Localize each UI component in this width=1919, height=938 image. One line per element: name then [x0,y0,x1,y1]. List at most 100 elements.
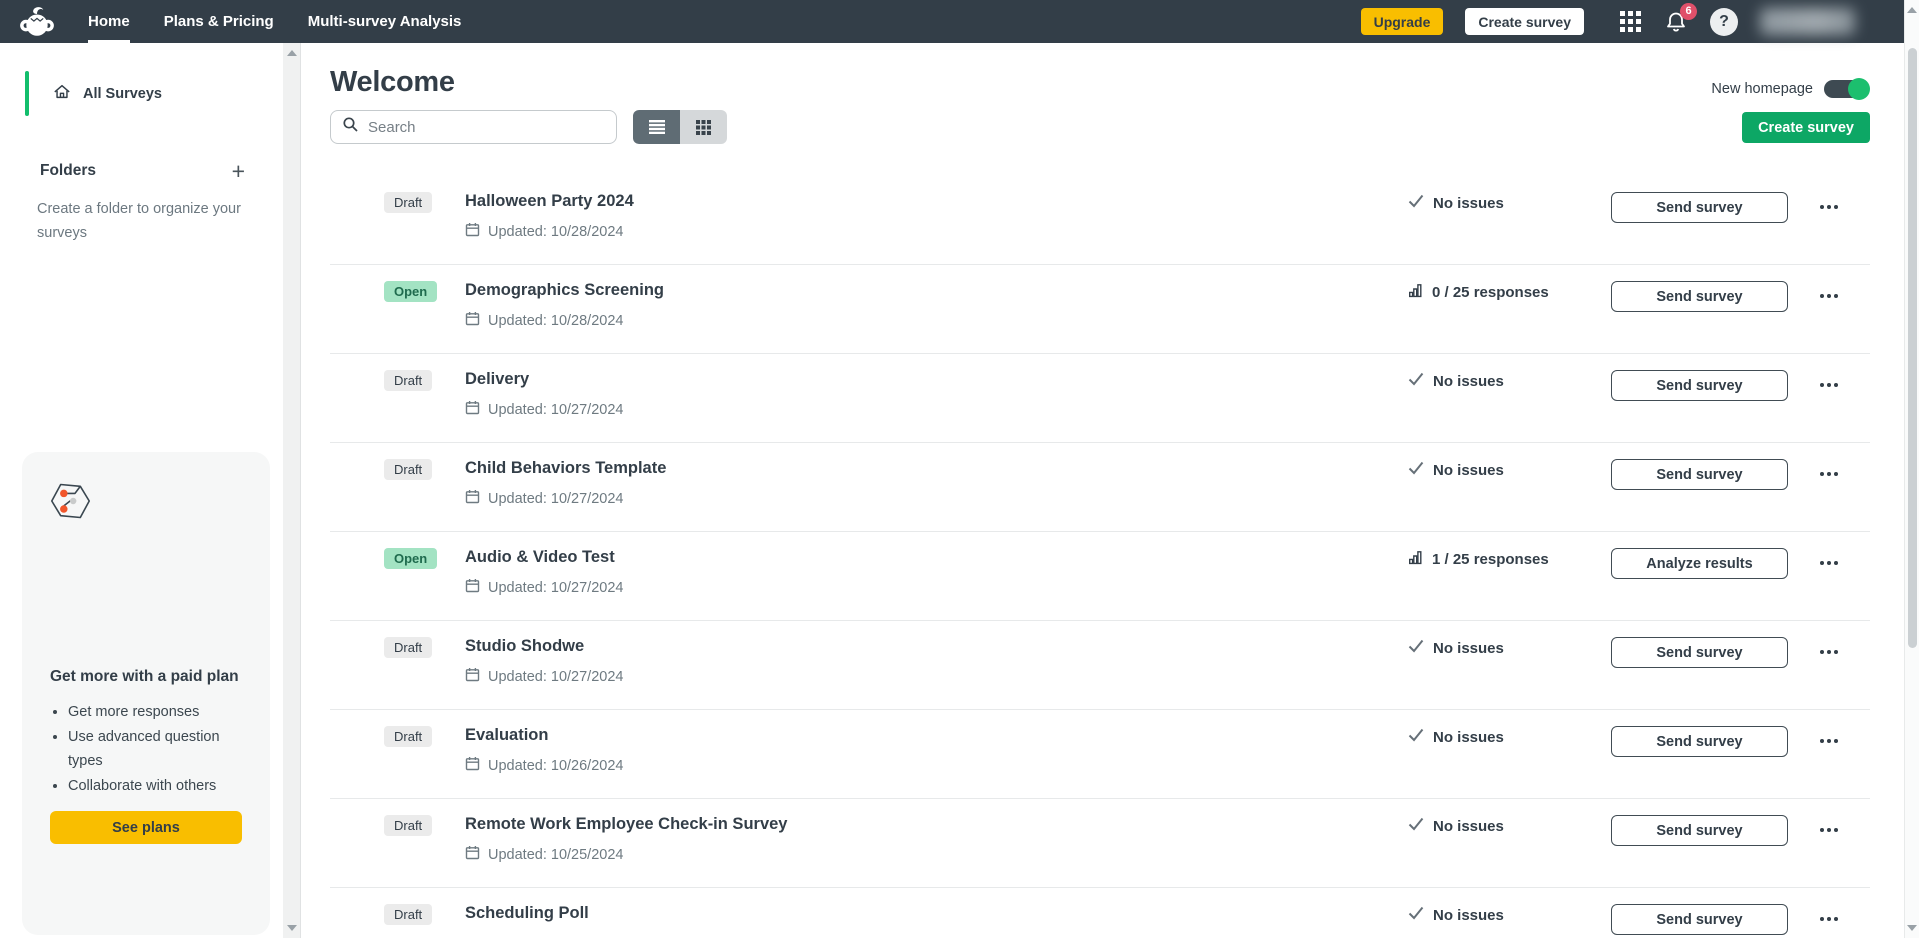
badge-column: Draft [384,192,465,213]
survey-title-link[interactable]: Child Behaviors Template [465,459,666,478]
active-indicator-bar [25,71,29,116]
nav-create-survey-button[interactable]: Create survey [1465,8,1584,35]
row-menu-ellipsis-button[interactable] [1816,913,1842,925]
survey-action-button[interactable]: Analyze results [1611,548,1788,579]
see-plans-button[interactable]: See plans [50,811,242,844]
survey-action-button[interactable]: Send survey [1611,637,1788,668]
row-menu-ellipsis-button[interactable] [1816,290,1842,302]
sidebar-item-all-surveys[interactable]: All Surveys [0,70,283,117]
action-column: Send survey [1611,192,1788,223]
promo-bullet: Use advanced question types [68,725,242,773]
status-column: No issues [1408,817,1611,835]
check-icon [1408,372,1424,390]
action-column: Send survey [1611,904,1788,935]
home-icon [53,83,71,105]
notifications-bell-icon[interactable]: 6 [1664,2,1697,34]
title-column: Halloween Party 2024 Updated: 10/28/2024 [465,192,1408,241]
row-menu-ellipsis-button[interactable] [1816,468,1842,480]
survey-updated-text: Updated: 10/27/2024 [488,490,624,507]
menu-column [1788,637,1870,658]
main-scrollbar[interactable] [1904,0,1919,938]
survey-title-link[interactable]: Demographics Screening [465,281,664,300]
scroll-down-arrow-icon[interactable] [286,925,297,931]
search-input[interactable] [368,118,606,136]
nav-item-home[interactable]: Home [88,0,130,43]
badge-column: Draft [384,726,465,747]
new-homepage-toggle-row: New homepage [1711,78,1870,100]
row-menu-ellipsis-button[interactable] [1816,646,1842,658]
new-homepage-toggle[interactable] [1824,78,1870,100]
help-icon[interactable]: ? [1710,7,1738,36]
promo-bullet: Collaborate with others [68,774,242,798]
survey-action-button[interactable]: Send survey [1611,726,1788,757]
check-icon [1408,639,1424,657]
toggle-knob [1848,78,1870,100]
monkey-logo-icon[interactable] [18,5,56,39]
scroll-up-arrow-icon[interactable] [286,50,297,56]
survey-updated-text: Updated: 10/28/2024 [488,223,624,240]
nav-item-plans-pricing[interactable]: Plans & Pricing [164,0,274,43]
survey-updated-text: Updated: 10/27/2024 [488,401,624,418]
grid-view-button[interactable] [680,110,727,144]
survey-status-badge: Open [384,548,438,569]
survey-status-text: No issues [1433,817,1504,835]
view-mode-toggle [633,110,727,144]
survey-action-button[interactable]: Send survey [1611,192,1788,223]
survey-title-link[interactable]: Audio & Video Test [465,548,615,567]
survey-status-text: 0 / 25 responses [1432,284,1549,301]
folders-header: Folders + [40,160,245,183]
row-menu-ellipsis-button[interactable] [1816,557,1842,569]
title-column: Demographics Screening Updated: 10/28/20… [465,281,1408,330]
survey-title-link[interactable]: Scheduling Poll [465,904,589,923]
survey-action-button[interactable]: Send survey [1611,904,1788,935]
survey-action-button[interactable]: Send survey [1611,459,1788,490]
action-column: Analyze results [1611,548,1788,579]
survey-title-link[interactable]: Studio Shodwe [465,637,584,656]
upgrade-button[interactable]: Upgrade [1360,8,1444,35]
status-column: No issues [1408,728,1611,746]
survey-title-link[interactable]: Halloween Party 2024 [465,192,634,211]
promo-bullet: Get more responses [68,700,242,724]
search-icon [342,116,359,138]
survey-title-link[interactable]: Evaluation [465,726,548,745]
title-column: Delivery Updated: 10/27/2024 [465,370,1408,419]
waffle-grid-icon[interactable] [1620,10,1642,33]
row-menu-ellipsis-button[interactable] [1816,824,1842,836]
survey-updated-row: Updated: 10/27/2024 [465,667,1408,686]
nav-item-multi-survey-analysis[interactable]: Multi-survey Analysis [308,0,462,43]
sidebar-item-label: All Surveys [83,85,162,102]
scroll-down-arrow-icon[interactable] [1907,925,1917,931]
menu-column [1788,459,1870,480]
list-view-button[interactable] [633,110,680,144]
survey-action-button[interactable]: Send survey [1611,281,1788,312]
row-menu-ellipsis-button[interactable] [1816,735,1842,747]
row-menu-ellipsis-button[interactable] [1816,379,1842,391]
survey-status-text: No issues [1433,372,1504,390]
survey-row: Open Demographics Screening Updated: 10/… [330,265,1870,354]
menu-column [1788,281,1870,302]
scroll-up-arrow-icon[interactable] [1907,7,1917,13]
survey-status-text: No issues [1433,639,1504,657]
page-title: Welcome [330,66,455,98]
survey-status-text: No issues [1433,728,1504,746]
menu-column [1788,726,1870,747]
badge-column: Draft [384,904,465,925]
row-menu-ellipsis-button[interactable] [1816,201,1842,213]
survey-title-link[interactable]: Delivery [465,370,529,389]
survey-status-text: No issues [1433,906,1504,924]
scrollbar-thumb[interactable] [1908,48,1917,648]
survey-action-button[interactable]: Send survey [1611,370,1788,401]
status-column: No issues [1408,639,1611,657]
survey-action-button[interactable]: Send survey [1611,815,1788,846]
account-menu-blurred[interactable] [1760,8,1855,35]
create-survey-button[interactable]: Create survey [1742,112,1870,143]
survey-row: Open Audio & Video Test Updated: 10/27/2… [330,532,1870,621]
sidebar-scrollbar[interactable] [283,43,301,938]
menu-column [1788,548,1870,569]
calendar-icon [465,756,480,775]
add-folder-button[interactable]: + [232,160,245,183]
menu-column [1788,904,1870,925]
promo-bullet-list: Get more responsesUse advanced question … [68,700,242,798]
survey-title-link[interactable]: Remote Work Employee Check-in Survey [465,815,787,834]
badge-column: Draft [384,459,465,480]
